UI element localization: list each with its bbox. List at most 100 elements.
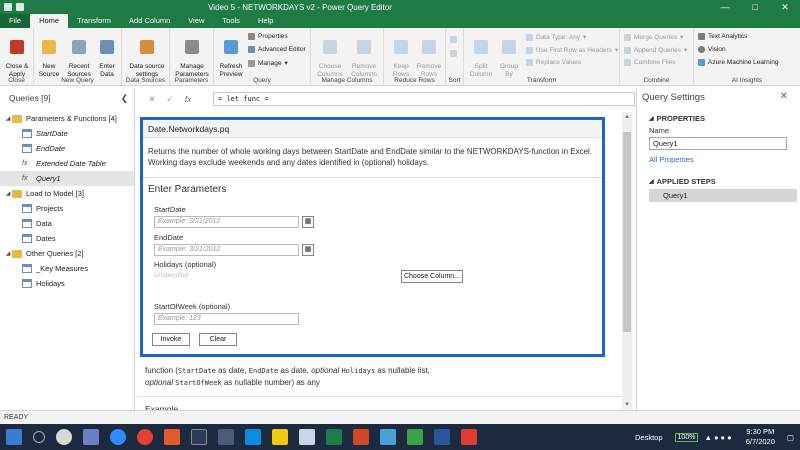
close-window-button[interactable]: ✕: [770, 0, 800, 14]
clear-button[interactable]: Clear: [199, 333, 237, 346]
data-type-dropdown[interactable]: Data Type: Any ▾: [526, 33, 586, 41]
query-item[interactable]: Projects: [0, 201, 134, 216]
applied-steps-section[interactable]: ◢ APPLIED STEPS: [649, 177, 716, 186]
query-item[interactable]: StartDate: [0, 126, 134, 141]
tab-transform[interactable]: Transform: [68, 14, 120, 28]
save-icon[interactable]: [4, 3, 12, 11]
manage-button[interactable]: Manage ▾: [248, 59, 288, 67]
sort-ascending-button[interactable]: [450, 36, 457, 43]
group-by-button[interactable]: Group By: [494, 32, 524, 78]
app-icon[interactable]: [191, 429, 207, 445]
keep-rows-button[interactable]: Keep Rows: [386, 32, 416, 78]
first-row-headers-button[interactable]: Use First Row as Headers ▾: [526, 46, 618, 54]
windows-start-icon[interactable]: [6, 429, 22, 445]
properties-button[interactable]: Properties: [248, 33, 288, 40]
chrome-icon[interactable]: [137, 429, 153, 445]
properties-section[interactable]: ◢ PROPERTIES: [649, 114, 705, 123]
fx-icon[interactable]: fx: [179, 95, 197, 104]
vision-button[interactable]: Vision: [698, 46, 726, 53]
query-name-input[interactable]: Query1: [649, 137, 787, 150]
replace-values-button[interactable]: Replace Values: [526, 59, 581, 66]
minimize-button[interactable]: —: [710, 0, 740, 14]
group-parameters: Manage Parameters Parameters: [170, 28, 214, 86]
desktop-toolbar[interactable]: Desktop: [635, 433, 663, 442]
teams-icon[interactable]: [83, 429, 99, 445]
tab-help[interactable]: Help: [249, 14, 282, 28]
calendar-icon[interactable]: ▦: [302, 216, 314, 228]
vertical-scrollbar[interactable]: ▲ ▼: [622, 112, 632, 410]
zoom-icon[interactable]: [110, 429, 126, 445]
formula-input[interactable]: = let func =: [213, 92, 635, 106]
append-queries-button[interactable]: Append Queries ▾: [624, 46, 687, 54]
merge-queries-button[interactable]: Merge Queries ▾: [624, 33, 683, 41]
battery-indicator[interactable]: 100%: [674, 432, 699, 442]
tab-home[interactable]: Home: [30, 14, 69, 28]
tab-tools[interactable]: Tools: [213, 14, 249, 28]
app-icon[interactable]: [380, 429, 396, 445]
query-group-parameters[interactable]: ◢ Parameters & Functions [4]: [0, 111, 134, 126]
choose-columns-button[interactable]: Choose Columns: [315, 32, 345, 78]
scroll-up-icon[interactable]: ▲: [622, 114, 632, 120]
skype-icon[interactable]: [245, 429, 261, 445]
excel-icon[interactable]: [326, 429, 342, 445]
data-source-settings-button[interactable]: Data source settings: [128, 32, 166, 78]
power-bi-icon[interactable]: [272, 429, 288, 445]
word-icon[interactable]: [434, 429, 450, 445]
text-analytics-button[interactable]: Text Analytics: [698, 33, 747, 40]
query-item[interactable]: Dates: [0, 231, 134, 246]
query-item[interactable]: Data: [0, 216, 134, 231]
check-icon[interactable]: ✓: [161, 94, 179, 105]
query-group-load-to-model[interactable]: ◢ Load to Model [3]: [0, 186, 134, 201]
all-properties-link[interactable]: All Properties: [649, 155, 694, 164]
remove-rows-button[interactable]: Remove Rows: [414, 32, 444, 78]
notifications-icon[interactable]: ▢: [787, 433, 794, 442]
maximize-button[interactable]: □: [740, 0, 770, 14]
undo-icon[interactable]: [16, 3, 24, 11]
applied-step-item[interactable]: Query1: [649, 189, 797, 202]
powerpoint-icon[interactable]: [353, 429, 369, 445]
cancel-icon[interactable]: ✕: [143, 94, 161, 105]
choose-column-button[interactable]: Choose Column...: [401, 270, 463, 283]
enddate-input[interactable]: Example: 3/21/2012: [154, 244, 299, 256]
combine-files-button[interactable]: Combine Files: [624, 59, 676, 66]
clock-app-icon[interactable]: [56, 429, 72, 445]
app-icon[interactable]: [461, 429, 477, 445]
tray-icons[interactable]: ▲ ● ● ●: [704, 433, 731, 442]
close-icon[interactable]: ✕: [780, 91, 788, 102]
split-column-button[interactable]: Split Column: [466, 32, 496, 78]
remove-columns-button[interactable]: Remove Columns: [349, 32, 379, 78]
azure-ml-button[interactable]: Azure Machine Learning: [698, 59, 778, 66]
startdate-input[interactable]: Example: 3/21/2012: [154, 216, 299, 228]
calendar-icon[interactable]: ▦: [302, 244, 314, 256]
invoke-button[interactable]: Invoke: [152, 333, 190, 346]
query-item-selected[interactable]: fx Query1: [0, 171, 134, 186]
startofweek-input[interactable]: Example: 123: [154, 313, 299, 325]
manage-parameters-button[interactable]: Manage Parameters: [172, 32, 212, 78]
scroll-down-icon[interactable]: ▼: [622, 402, 632, 408]
refresh-preview-button[interactable]: Refresh Preview: [216, 32, 246, 78]
app-icon[interactable]: [218, 429, 234, 445]
refresh-icon: [224, 39, 238, 54]
tab-view[interactable]: View: [179, 14, 213, 28]
enter-data-button[interactable]: Enter Data: [92, 32, 122, 78]
recent-sources-button[interactable]: Recent Sources: [64, 32, 94, 78]
new-source-button[interactable]: New Source: [34, 32, 64, 78]
sort-descending-button[interactable]: [450, 50, 457, 57]
collapse-pane-icon[interactable]: ❮: [121, 88, 128, 108]
app-icon[interactable]: [164, 429, 180, 445]
scrollbar-thumb[interactable]: [623, 132, 631, 332]
app-icon[interactable]: [299, 429, 315, 445]
advanced-editor-button[interactable]: Advanced Editor: [248, 46, 306, 53]
search-icon[interactable]: [33, 431, 45, 443]
query-item[interactable]: _Key Measures: [0, 261, 134, 276]
holidays-value[interactable]: Unspecified: [154, 272, 188, 279]
tab-add-column[interactable]: Add Column: [120, 14, 179, 28]
close-apply-button[interactable]: Close & Apply: [2, 32, 32, 78]
query-item[interactable]: EndDate: [0, 141, 134, 156]
query-item[interactable]: Holidays: [0, 276, 134, 291]
query-item[interactable]: fx Extended Date Table: [0, 156, 134, 171]
query-group-other[interactable]: ◢ Other Queries [2]: [0, 246, 134, 261]
clock[interactable]: 9:30 PM 6/7/2020: [746, 427, 775, 447]
tab-file[interactable]: File: [0, 14, 31, 28]
app-icon[interactable]: [407, 429, 423, 445]
